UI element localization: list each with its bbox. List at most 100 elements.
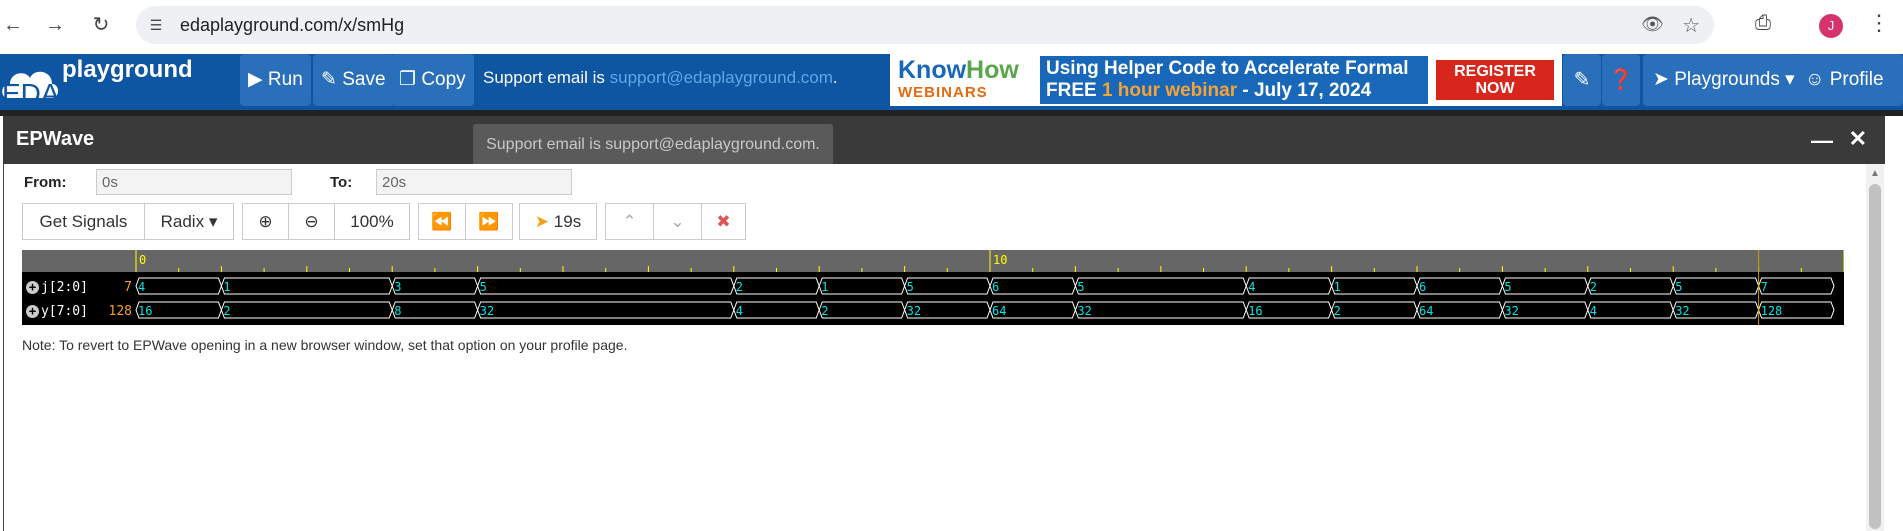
bus-value-label: 16 [1248, 304, 1262, 318]
bus-segment [818, 301, 906, 319]
expand-plus-icon[interactable]: + [26, 281, 39, 294]
radix-dropdown[interactable]: Radix ▾ [144, 203, 234, 240]
to-label: To: [330, 174, 353, 191]
bus-value-label: 32 [1675, 304, 1689, 318]
signal-name: y[7:0] [41, 304, 88, 319]
minimize-icon[interactable]: — [1811, 128, 1833, 154]
waveform-viewer[interactable]: 0 10 4 1 3 5 2 1 5 6 5 4 1 6 5 2 5 7 16 2 8 32 4 2 32 64 32 16 2 64 32… [22, 250, 1845, 325]
copy-label: Copy [421, 69, 466, 90]
support-email-link[interactable]: support@edaplayground.com [610, 68, 833, 87]
bus-value-label: 64 [1419, 304, 1433, 318]
signal-row-j[interactable]: + j[2:0] [22, 277, 88, 299]
bus-value-label: 7 [1761, 280, 1768, 294]
edit-icon[interactable]: ✎ [1563, 54, 1601, 106]
play-icon: ▶ [248, 69, 263, 90]
logo-playground-text: playground [62, 56, 193, 83]
address-bar[interactable]: ☰ edaplayground.com/x/smHg 👁 ☆ [136, 6, 1714, 44]
caret-down-icon: ▾ [1785, 69, 1795, 90]
run-button[interactable]: ▶ Run [240, 54, 311, 106]
scroll-thumb[interactable] [1869, 184, 1881, 529]
cursor-arrow-icon: ➤ [534, 212, 550, 231]
bus-segment [135, 277, 222, 295]
bus-value-label: 6 [992, 280, 999, 294]
bus-segment [733, 277, 820, 295]
support-toast: Support email is support@edaplayground.c… [473, 124, 833, 166]
bus-value-label: 32 [907, 304, 921, 318]
banner-line-2-highlight: 1 hour webinar [1101, 80, 1238, 101]
bus-value-label: 2 [736, 280, 743, 294]
bus-segment [1587, 277, 1674, 295]
register-now-button[interactable]: REGISTER NOW [1436, 60, 1554, 100]
bus-value-label: 2 [821, 304, 828, 318]
browser-menu-icon[interactable]: ⋮ [1868, 10, 1890, 36]
jump-back-icon[interactable]: ⏪ [418, 203, 466, 240]
knowhow-logo: KnowHow [898, 56, 1019, 85]
bus-value-label: 32 [480, 304, 494, 318]
bus-segment [220, 277, 393, 295]
bus-segment [391, 301, 479, 319]
webinar-banner[interactable]: KnowHow WEBINARS Using Helper Code to Ac… [890, 54, 1562, 106]
waveform-canvas[interactable]: 0 104 1 3 5 2 1 5 6 5 4 1 6 5 2 5 716 2 8 32 4 2 32 64 32 16 2 64 32… [22, 250, 1845, 325]
expand-plus-icon[interactable]: + [26, 305, 39, 318]
avatar[interactable]: J [1819, 14, 1843, 38]
eye-off-icon[interactable]: 👁 [1641, 14, 1664, 35]
site-info-icon[interactable]: ☰ [146, 15, 166, 35]
webinars-text: WEBINARS [898, 84, 988, 101]
zoom-out-icon[interactable]: ⊖ [288, 203, 335, 240]
playgrounds-label: Playgrounds [1674, 69, 1780, 90]
close-icon[interactable]: ✕ [1849, 126, 1867, 152]
jump-forward-icon[interactable]: ⏩ [465, 203, 513, 240]
bus-segment [1416, 277, 1503, 295]
bus-segment [1245, 277, 1333, 295]
ruler-bg [22, 250, 1844, 272]
modal-title: EPWave [16, 128, 95, 150]
bus-value-label: 4 [138, 280, 145, 294]
radix-label: Radix [160, 212, 205, 231]
bus-value-label: 64 [992, 304, 1006, 318]
bus-segment [477, 277, 735, 295]
bus-segment [391, 277, 479, 295]
bus-value-label: 4 [1590, 304, 1597, 318]
back-arrow-icon[interactable]: ← [0, 12, 26, 38]
zoom-in-icon[interactable]: ⊕ [242, 203, 289, 240]
move-up-icon[interactable]: ⌃ [605, 203, 654, 240]
extensions-puzzle-icon[interactable]: ⎙ [1755, 12, 1771, 35]
help-icon[interactable]: ❓ [1602, 54, 1640, 106]
bus-value-label: 1 [223, 280, 230, 294]
signal-value: 128 [108, 304, 132, 319]
banner-line-2-prefix: FREE [1046, 80, 1102, 101]
bus-value-label: 2 [223, 304, 230, 318]
save-button[interactable]: ✎ Save [313, 54, 394, 106]
copy-button[interactable]: ❐ Copy [391, 54, 474, 106]
bus-segment [989, 277, 1076, 295]
forward-arrow-icon[interactable]: → [42, 12, 68, 38]
profile-dropdown[interactable]: ☺ Profile ▾ [1795, 54, 1903, 142]
cursor-time-value: 19s [553, 212, 582, 231]
bus-segment [220, 301, 393, 319]
cursor-time-button[interactable]: ➤ 19s [519, 203, 597, 240]
bookmark-star-icon[interactable]: ☆ [1682, 13, 1700, 38]
bus-value-label: 2 [1590, 280, 1597, 294]
bus-segment [1501, 277, 1589, 295]
remove-signal-icon[interactable]: ✖ [701, 203, 746, 240]
bus-segment [733, 301, 820, 319]
scroll-up-arrow-icon[interactable]: ▲ [1870, 168, 1880, 179]
to-input[interactable] [376, 169, 572, 195]
modal-header: EPWave — ✕ [3, 116, 1885, 164]
playgrounds-dropdown[interactable]: ➤ Playgrounds ▾ [1643, 54, 1805, 106]
browser-chrome: ← → ↻ ☰ edaplayground.com/x/smHg 👁 ☆ ⎙ J… [0, 0, 1903, 54]
user-icon: ☺ [1805, 69, 1825, 90]
epwave-note: Note: To revert to EPWave opening in a n… [22, 337, 628, 353]
modal-scrollbar[interactable]: ▲ [1866, 164, 1884, 531]
move-down-icon[interactable]: ⌄ [653, 203, 702, 240]
ruler-label: 0 [139, 253, 146, 267]
know-text: Know [898, 56, 967, 84]
bus-segment [1587, 301, 1674, 319]
bus-value-label: 2 [1334, 304, 1341, 318]
zoom-level[interactable]: 100% [334, 203, 410, 240]
signal-row-y[interactable]: + y[7:0] [22, 301, 88, 323]
from-input[interactable] [96, 169, 292, 195]
get-signals-button[interactable]: Get Signals [22, 203, 145, 240]
ruler-label: 10 [993, 253, 1007, 267]
reload-icon[interactable]: ↻ [88, 12, 114, 38]
